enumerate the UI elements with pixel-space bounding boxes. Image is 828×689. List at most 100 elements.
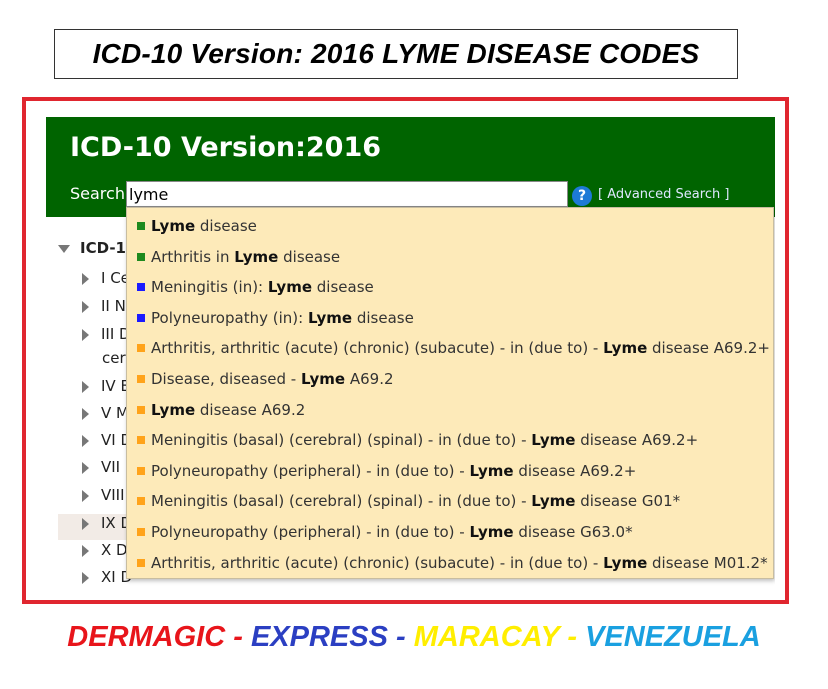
expand-triangle-icon[interactable] [82, 489, 89, 502]
suggestion-item[interactable]: Arthritis in Lyme disease [127, 242, 773, 272]
app-title: ICD-10 Version:2016 [70, 132, 382, 163]
collapse-triangle-icon[interactable] [58, 244, 70, 253]
autocomplete-dropdown: Lyme disease Arthritis in Lyme disease Men… [126, 207, 774, 579]
tree-chapter-label: II N [101, 297, 126, 315]
suggestion-item[interactable]: Lyme disease [127, 211, 773, 241]
suggestion-text-prefix: Polyneuropathy (peripheral) - in (due to… [151, 461, 470, 480]
footer-credit-part: EXPRESS [250, 621, 388, 653]
suggestion-text-prefix: Polyneuropathy (in): [151, 308, 308, 327]
tree-chapter-item[interactable]: III D [82, 325, 131, 351]
suggestion-text-prefix: Arthritis, arthritic (acute) (chronic) (… [151, 339, 604, 358]
search-label: Search [70, 184, 125, 203]
suggestion-text-suffix: disease A69.2 [195, 400, 306, 419]
suggestion-item[interactable]: Arthritis, arthritic (acute) (chronic) (… [127, 333, 773, 363]
suggestion-item[interactable]: Polyneuropathy (peripheral) - in (due to… [127, 456, 773, 486]
banner-title-box: ICD-10 Version: 2016 LYME DISEASE CODES [54, 29, 738, 79]
suggestion-orange-square-icon [137, 497, 145, 506]
suggestion-item[interactable]: Polyneuropathy (peripheral) - in (due to… [127, 517, 773, 547]
footer-credit-part: - [225, 621, 251, 653]
suggestion-text-suffix: disease [312, 278, 374, 297]
tree-chapter-label: X D [101, 541, 128, 559]
suggestion-blue-square-icon [137, 283, 145, 292]
tree-chapter-label: VII [101, 458, 121, 476]
suggestion-green-square-icon [137, 222, 145, 230]
footer-credit: DERMAGIC - EXPRESS - MARACAY - VENEZUELA [0, 621, 828, 654]
suggestion-text-prefix: Polyneuropathy (peripheral) - in (due to… [151, 523, 470, 541]
suggestion-match-term: Lyme [307, 308, 353, 327]
help-icon[interactable]: ? [572, 186, 592, 206]
suggestion-orange-square-icon [137, 466, 145, 475]
suggestion-orange-square-icon [137, 375, 145, 383]
expand-triangle-icon[interactable] [82, 517, 89, 530]
tree-chapter-item[interactable]: VI D [82, 431, 132, 457]
footer-credit-part: MARACAY [413, 621, 560, 653]
app-header: ICD-10 Version:2016 Search ? [ Advanced … [46, 117, 775, 217]
suggestion-match-term: Lyme [300, 370, 346, 388]
tree-chapter-item[interactable]: V M [82, 404, 129, 430]
expand-triangle-icon[interactable] [82, 407, 89, 420]
banner-title: ICD-10 Version: 2016 LYME DISEASE CODES [92, 38, 700, 69]
suggestion-item[interactable]: Meningitis (basal) (cerebral) (spinal) -… [127, 486, 773, 516]
suggestion-match-term: Lyme [151, 400, 196, 419]
suggestion-text-prefix: Disease, diseased - [151, 370, 301, 388]
expand-triangle-icon[interactable] [82, 571, 89, 584]
tree-chapter-label: cer [102, 349, 126, 367]
suggestion-text-suffix: disease M01.2* [647, 553, 768, 572]
suggestion-text-prefix: Meningitis (basal) (cerebral) (spinal) -… [151, 431, 532, 450]
suggestion-item[interactable]: Disease, diseased - Lyme A69.2 [127, 364, 773, 394]
suggestion-orange-square-icon [137, 405, 145, 414]
tree-chapter-item[interactable]: IV E [82, 377, 130, 403]
expand-triangle-icon[interactable] [82, 328, 89, 341]
icd10-app: ICD-10 Version:2016 Search ? [ Advanced … [46, 117, 775, 587]
suggestion-item[interactable]: Meningitis (in): Lyme disease [127, 272, 773, 302]
tree-chapter-item[interactable]: XI D [82, 568, 132, 587]
advanced-search-link[interactable]: [ Advanced Search ] [598, 187, 729, 202]
suggestion-text-prefix: Meningitis (in): [151, 278, 268, 297]
suggestion-text-suffix: disease [278, 247, 341, 266]
suggestion-item[interactable]: Lyme disease A69.2 [127, 395, 773, 425]
expand-triangle-icon[interactable] [82, 300, 89, 313]
expand-triangle-icon[interactable] [82, 380, 89, 393]
suggestion-orange-square-icon [137, 558, 145, 567]
screenshot-frame: ICD-10 Version:2016 Search ? [ Advanced … [22, 97, 789, 604]
suggestion-item[interactable]: Meningitis (basal) (cerebral) (spinal) -… [127, 425, 773, 455]
tree-chapter-item[interactable]: cer [102, 349, 126, 375]
footer-credit-part: VENEZUELA [585, 621, 761, 653]
suggestion-text-prefix: Arthritis in [151, 247, 235, 266]
expand-triangle-icon[interactable] [82, 434, 89, 447]
suggestion-item[interactable]: Arthritis, arthritic (acute) (chronic) (… [127, 548, 773, 578]
suggestion-match-term: Lyme [234, 247, 279, 266]
tree-chapter-item[interactable]: X D [82, 541, 128, 567]
tree-chapter-item[interactable]: II N [82, 297, 126, 323]
suggestion-green-square-icon [137, 252, 145, 261]
suggestion-match-term: Lyme [603, 553, 648, 572]
suggestion-match-term: Lyme [531, 492, 576, 511]
suggestion-blue-square-icon [137, 313, 145, 322]
suggestion-text-prefix: Arthritis, arthritic (acute) (chronic) (… [151, 553, 604, 572]
footer-credit-part: DERMAGIC [67, 621, 226, 653]
tree-chapter-label: VIII [101, 486, 125, 504]
suggestion-match-term: Lyme [531, 431, 576, 450]
suggestion-orange-square-icon [137, 528, 145, 536]
tree-chapter-item[interactable]: VII [82, 458, 120, 484]
tree-chapter-item[interactable]: I Ce [82, 269, 130, 295]
suggestion-text-suffix: disease A69.2+ [513, 461, 637, 480]
suggestion-text-prefix: Meningitis (basal) (cerebral) (spinal) -… [151, 492, 532, 511]
suggestion-item[interactable]: Polyneuropathy (in): Lyme disease [127, 303, 773, 333]
tree-chapter-item[interactable]: VIII [82, 486, 125, 512]
tree-root[interactable]: ICD-10 [58, 239, 136, 265]
expand-triangle-icon[interactable] [82, 461, 89, 474]
suggestion-text-suffix: disease G01* [575, 492, 681, 511]
suggestion-orange-square-icon [137, 436, 145, 445]
suggestion-match-term: Lyme [603, 339, 648, 358]
suggestion-match-term: Lyme [151, 217, 196, 235]
suggestion-text-suffix: disease A69.2+ [647, 339, 770, 358]
tree-chapter-label: V M [101, 404, 129, 422]
expand-triangle-icon[interactable] [82, 272, 89, 285]
search-input[interactable] [126, 181, 568, 207]
suggestion-text-suffix: disease [195, 217, 257, 235]
suggestion-orange-square-icon [137, 344, 145, 353]
suggestion-match-term: Lyme [469, 461, 514, 480]
suggestion-text-suffix: A69.2 [345, 370, 394, 388]
expand-triangle-icon[interactable] [82, 544, 89, 557]
